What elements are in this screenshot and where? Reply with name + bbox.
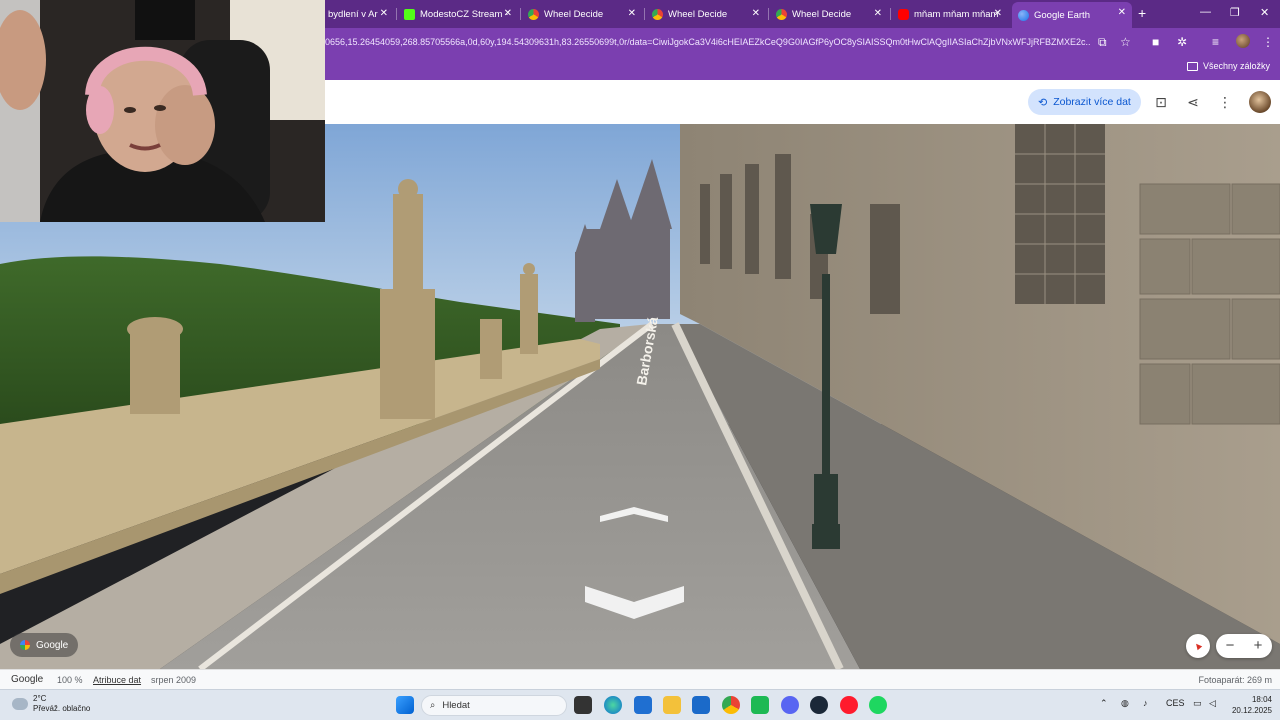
tab-title: bydlení v Ar: [328, 8, 378, 20]
all-bookmarks-folder[interactable]: Všechny záložky: [1186, 61, 1270, 71]
tab-title: Wheel Decide: [668, 8, 728, 20]
kick-icon: [404, 8, 415, 20]
show-more-data-label: Zobrazit více dat: [1053, 96, 1131, 108]
tab-close-icon[interactable]: ✕: [1118, 7, 1126, 18]
discord-icon[interactable]: [781, 696, 799, 714]
bookmarks-folder-label: Všechny záložky: [1202, 61, 1270, 71]
outlook-icon[interactable]: [692, 696, 710, 714]
tab-title: ModestoCZ Stream -: [420, 8, 509, 20]
compass-icon[interactable]: [1186, 634, 1210, 658]
earth-status-bar: Google 100 % Atribuce dat srpen 2009 Fot…: [0, 669, 1280, 689]
tab-youtube[interactable]: mňam mňam mňam ✕: [892, 3, 1008, 25]
zoom-out-button[interactable]: −: [1216, 634, 1244, 658]
weather-desc: Převáž. oblačno: [33, 704, 91, 713]
google-logo-icon: [20, 640, 30, 650]
profile-avatar-icon[interactable]: [1236, 34, 1250, 48]
tab-title: Wheel Decide: [792, 8, 852, 20]
opera-gx-icon[interactable]: [840, 696, 858, 714]
tab-close-icon[interactable]: ✕: [994, 8, 1002, 19]
start-menu-icon[interactable]: [396, 696, 414, 714]
webcam-overlay: [0, 0, 325, 222]
tab-wheel-decide-3[interactable]: Wheel Decide ✕: [770, 3, 888, 25]
weather-temp: 2°C: [33, 694, 47, 703]
tab-title: Wheel Decide: [544, 8, 604, 20]
google-wordmark: Google: [11, 674, 44, 685]
camera-altitude: Fotoaparát: 269 m: [1198, 675, 1272, 685]
cloud-icon: [12, 698, 28, 710]
new-tab-button[interactable]: +: [1138, 6, 1146, 20]
close-window-button[interactable]: ✕: [1260, 6, 1269, 19]
tab-bydleni[interactable]: bydlení v Ar ✕: [322, 3, 394, 25]
windows-taskbar: 2°C Převáž. oblačno ⌕ Hledat ⌃ ◍ ♪ CES ▭…: [0, 689, 1280, 720]
folder-icon: [1186, 61, 1198, 71]
data-attribution-link[interactable]: Atribuce dat: [93, 675, 141, 685]
microphone-tray-icon[interactable]: ♪: [1143, 698, 1148, 708]
weather-widget[interactable]: 2°C Převáž. oblačno: [12, 694, 90, 714]
wheel-icon: [776, 8, 787, 20]
spotify-icon[interactable]: [869, 696, 887, 714]
clock-time: 18:04: [1251, 695, 1272, 704]
show-hidden-icons[interactable]: ⌃: [1100, 698, 1108, 709]
search-placeholder: Hledat: [442, 700, 470, 711]
google-earth-icon: [1018, 9, 1029, 21]
tab-close-icon[interactable]: ✕: [752, 8, 760, 19]
zoom-percent: 100 %: [57, 675, 83, 685]
system-clock[interactable]: 18:04 20.12.2025: [1222, 694, 1272, 716]
task-view-icon[interactable]: [574, 696, 592, 714]
store-icon[interactable]: [634, 696, 652, 714]
file-explorer-icon[interactable]: [663, 696, 681, 714]
tab-modestocz-stream[interactable]: ModestoCZ Stream - ✕: [398, 3, 518, 25]
youtube-icon: [898, 8, 909, 20]
show-more-data-button[interactable]: ⟲ Zobrazit více dat: [1028, 89, 1141, 115]
steam-icon[interactable]: [810, 696, 828, 714]
zoom-in-button[interactable]: +: [1244, 634, 1272, 658]
language-indicator[interactable]: CES: [1166, 698, 1185, 708]
tab-close-icon[interactable]: ✕: [628, 8, 636, 19]
url-field[interactable]: 0656,15.26454059,268.85705566a,0d,60y,19…: [325, 37, 1090, 47]
browser-menu-icon[interactable]: ⋮: [1262, 35, 1274, 49]
music-app-icon[interactable]: [751, 696, 769, 714]
tab-close-icon[interactable]: ✕: [504, 8, 512, 19]
chrome-icon[interactable]: [722, 696, 740, 714]
wheel-icon: [652, 8, 663, 20]
tab-title: mňam mňam mňam: [914, 8, 999, 20]
edge-icon[interactable]: [604, 696, 622, 714]
zoom-control: − +: [1216, 634, 1272, 658]
bookmark-star-icon[interactable]: ☆: [1120, 35, 1131, 49]
history-icon: ⟲: [1038, 96, 1048, 109]
install-app-icon[interactable]: ⧉: [1098, 35, 1107, 49]
minimize-button[interactable]: —: [1200, 6, 1211, 18]
share-icon[interactable]: ⋖: [1185, 94, 1201, 110]
screen: bydlení v Ar ✕ ModestoCZ Stream - ✕ Whee…: [0, 0, 1280, 720]
tab-wheel-decide-2[interactable]: Wheel Decide ✕: [646, 3, 766, 25]
taskbar-search[interactable]: ⌕ Hledat: [421, 695, 567, 716]
network-tray-icon[interactable]: ◍: [1121, 698, 1129, 709]
tab-close-icon[interactable]: ✕: [874, 8, 882, 19]
account-avatar[interactable]: [1249, 91, 1271, 113]
tab-wheel-decide-1[interactable]: Wheel Decide ✕: [522, 3, 642, 25]
extensions-puzzle-icon[interactable]: ✲: [1177, 35, 1187, 49]
clock-date: 20.12.2025: [1231, 706, 1272, 715]
imagery-date: srpen 2009: [151, 675, 197, 685]
restore-button[interactable]: ❐: [1230, 6, 1240, 19]
wheel-icon: [528, 8, 539, 20]
extension-icon[interactable]: ■: [1152, 35, 1159, 49]
display-tray-icon[interactable]: ▭: [1193, 698, 1202, 709]
tab-close-icon[interactable]: ✕: [380, 8, 388, 19]
search-icon: ⌕: [430, 700, 436, 711]
screenshot-icon[interactable]: ⊡: [1153, 94, 1169, 110]
google-street-view-chip[interactable]: Google: [10, 633, 79, 657]
google-chip-label: Google: [36, 639, 69, 651]
media-controls-icon[interactable]: ≡: [1212, 35, 1219, 49]
tab-google-earth[interactable]: Google Earth ✕: [1012, 2, 1132, 28]
volume-tray-icon[interactable]: ◁: [1209, 698, 1216, 709]
more-options-icon[interactable]: ⋮: [1217, 94, 1233, 110]
tab-title: Google Earth: [1034, 9, 1090, 21]
